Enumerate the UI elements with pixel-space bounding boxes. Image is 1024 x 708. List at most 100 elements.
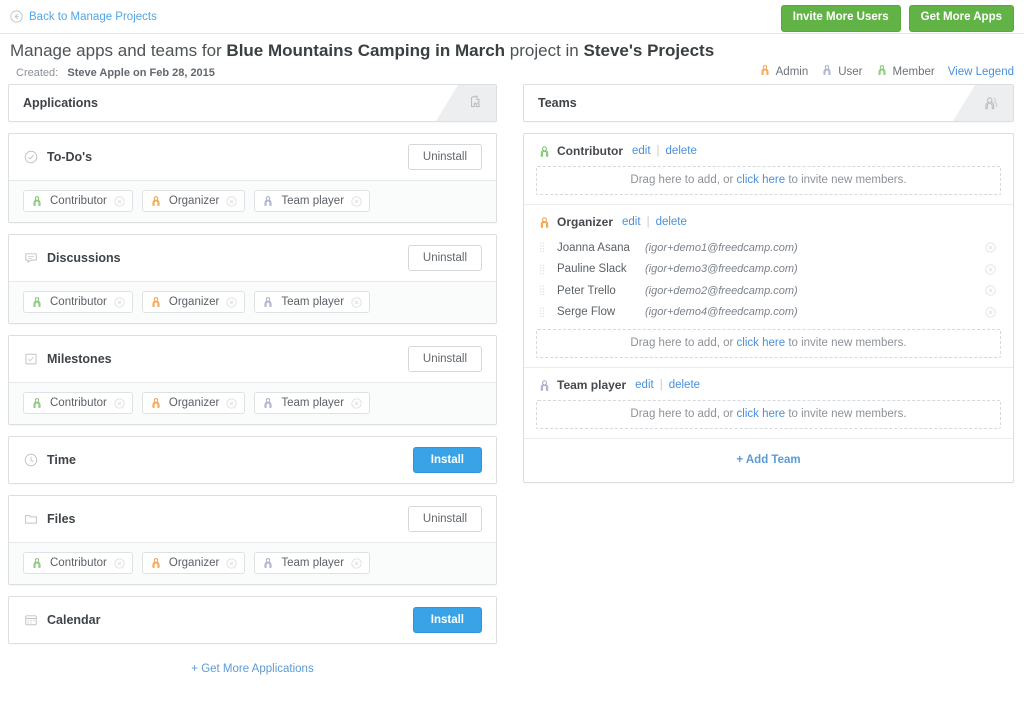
team-tag[interactable]: Organizer xyxy=(141,190,246,212)
team-tag[interactable]: Contributor xyxy=(23,291,133,313)
delete-team-link[interactable]: delete xyxy=(656,216,687,228)
application-card: Calendar Install xyxy=(8,596,497,644)
view-legend-link[interactable]: View Legend xyxy=(948,66,1014,78)
dropzone-suffix: to invite new members. xyxy=(785,337,907,349)
applications-panel-title: Applications xyxy=(23,96,99,110)
person-icon xyxy=(31,397,43,409)
person-icon xyxy=(538,216,551,229)
dropzone-prefix: Drag here to add, or xyxy=(630,408,737,420)
install-button[interactable]: Install xyxy=(412,607,482,633)
invite-members-link[interactable]: click here xyxy=(737,174,786,186)
team-member-row[interactable]: Peter Trello (igor+demo2@freedcamp.com) xyxy=(536,280,1001,302)
member-dropzone[interactable]: Drag here to add, or click here to invit… xyxy=(536,400,1001,429)
install-button[interactable]: Install xyxy=(412,447,482,473)
dropzone-suffix: to invite new members. xyxy=(785,174,907,186)
team-group-name: Organizer xyxy=(557,215,614,229)
invite-members-link[interactable]: click here xyxy=(737,337,786,349)
team-member-row[interactable]: Joanna Asana (igor+demo1@freedcamp.com) xyxy=(536,237,1001,259)
team-tag-label: Team player xyxy=(281,557,345,569)
person-icon xyxy=(31,195,43,207)
team-tag[interactable]: Contributor xyxy=(23,552,133,574)
dropzone-suffix: to invite new members. xyxy=(785,408,907,420)
remove-tag-icon[interactable] xyxy=(226,296,237,308)
application-action: Uninstall xyxy=(407,346,482,372)
remove-tag-icon[interactable] xyxy=(226,557,237,569)
edit-team-link[interactable]: edit xyxy=(632,145,651,157)
teams-panel-header: Teams xyxy=(523,84,1014,122)
team-group-name: Contributor xyxy=(557,144,623,158)
edit-team-link[interactable]: edit xyxy=(635,379,654,391)
role-legend: Admin User Member View Legend xyxy=(759,64,1014,79)
remove-tag-icon[interactable] xyxy=(351,195,362,207)
remove-member-icon[interactable] xyxy=(985,307,996,318)
team-tag[interactable]: Team player xyxy=(254,392,371,414)
person-icon xyxy=(262,557,274,569)
page-title-workspace: Steve's Projects xyxy=(583,41,715,60)
get-more-apps-button[interactable]: Get More Apps xyxy=(908,5,1014,32)
person-icon xyxy=(150,296,162,308)
invite-members-link[interactable]: click here xyxy=(737,408,786,420)
dropzone-prefix: Drag here to add, or xyxy=(630,337,737,349)
back-to-manage-projects-link[interactable]: Back to Manage Projects xyxy=(10,10,157,23)
delete-team-link[interactable]: delete xyxy=(666,145,697,157)
person-icon xyxy=(262,296,274,308)
remove-member-icon[interactable] xyxy=(985,242,996,253)
get-more-applications-link[interactable]: + Get More Applications xyxy=(191,663,313,675)
remove-tag-icon[interactable] xyxy=(114,195,125,207)
drag-handle-icon[interactable] xyxy=(540,306,548,319)
team-tag-label: Team player xyxy=(281,296,345,308)
application-card: Files Uninstall Contributor Organizer Team p… xyxy=(8,495,497,585)
application-action: Uninstall xyxy=(407,506,482,532)
team-tag[interactable]: Contributor xyxy=(23,392,133,414)
remove-member-icon[interactable] xyxy=(985,285,996,296)
remove-tag-icon[interactable] xyxy=(351,557,362,569)
team-group-header: Contributor edit | delete xyxy=(536,144,1001,158)
add-team-link[interactable]: + Add Team xyxy=(736,454,800,466)
application-row: To-Do's Uninstall xyxy=(9,134,496,180)
team-member-row[interactable]: Pauline Slack (igor+demo3@freedcamp.com) xyxy=(536,259,1001,281)
team-tag[interactable]: Organizer xyxy=(141,291,246,313)
member-dropzone[interactable]: Drag here to add, or click here to invit… xyxy=(536,329,1001,358)
uninstall-button[interactable]: Uninstall xyxy=(407,245,482,271)
uninstall-button[interactable]: Uninstall xyxy=(407,346,482,372)
team-tag[interactable]: Team player xyxy=(254,190,371,212)
drag-handle-icon[interactable] xyxy=(540,241,548,254)
uninstall-button[interactable]: Uninstall xyxy=(407,144,482,170)
application-card: Milestones Uninstall Contributor Organizer T… xyxy=(8,335,497,425)
team-group-header: Team player edit | delete xyxy=(536,378,1001,392)
remove-tag-icon[interactable] xyxy=(114,296,125,308)
team-tag[interactable]: Team player xyxy=(254,291,371,313)
team-tag-label: Organizer xyxy=(168,195,220,207)
edit-team-link[interactable]: edit xyxy=(622,216,641,228)
page-title-project: Blue Mountains Camping in March xyxy=(226,41,506,60)
remove-tag-icon[interactable] xyxy=(114,397,125,409)
remove-member-icon[interactable] xyxy=(985,264,996,275)
top-action-buttons: Invite More Users Get More Apps xyxy=(780,5,1014,32)
invite-more-users-button[interactable]: Invite More Users xyxy=(780,5,901,32)
team-tag[interactable]: Organizer xyxy=(141,392,246,414)
legend-item-user: User xyxy=(821,64,863,79)
remove-tag-icon[interactable] xyxy=(226,397,237,409)
remove-tag-icon[interactable] xyxy=(351,296,362,308)
dropzone-prefix: Drag here to add, or xyxy=(630,174,737,186)
applications-panel-header: Applications xyxy=(8,84,497,122)
teams-card: Contributor edit | delete Drag here to add, … xyxy=(523,133,1014,483)
team-tag[interactable]: Organizer xyxy=(141,552,246,574)
team-tag[interactable]: Team player xyxy=(254,552,371,574)
drag-handle-icon[interactable] xyxy=(540,263,548,276)
created-info: Created: Steve Apple on Feb 28, 2015 xyxy=(16,67,215,79)
delete-team-link[interactable]: delete xyxy=(669,379,700,391)
drag-handle-icon[interactable] xyxy=(540,284,548,297)
folder-icon xyxy=(23,512,38,527)
team-member-row[interactable]: Serge Flow (igor+demo4@freedcamp.com) xyxy=(536,302,1001,324)
member-dropzone[interactable]: Drag here to add, or click here to invit… xyxy=(536,166,1001,195)
remove-tag-icon[interactable] xyxy=(351,397,362,409)
link-separator: | xyxy=(659,379,663,391)
uninstall-button[interactable]: Uninstall xyxy=(407,506,482,532)
remove-tag-icon[interactable] xyxy=(114,557,125,569)
remove-tag-icon[interactable] xyxy=(226,195,237,207)
application-card: Time Install xyxy=(8,436,497,484)
team-tag[interactable]: Contributor xyxy=(23,190,133,212)
member-email: (igor+demo2@freedcamp.com) xyxy=(645,284,798,297)
created-value: Steve Apple on Feb 28, 2015 xyxy=(67,67,215,79)
